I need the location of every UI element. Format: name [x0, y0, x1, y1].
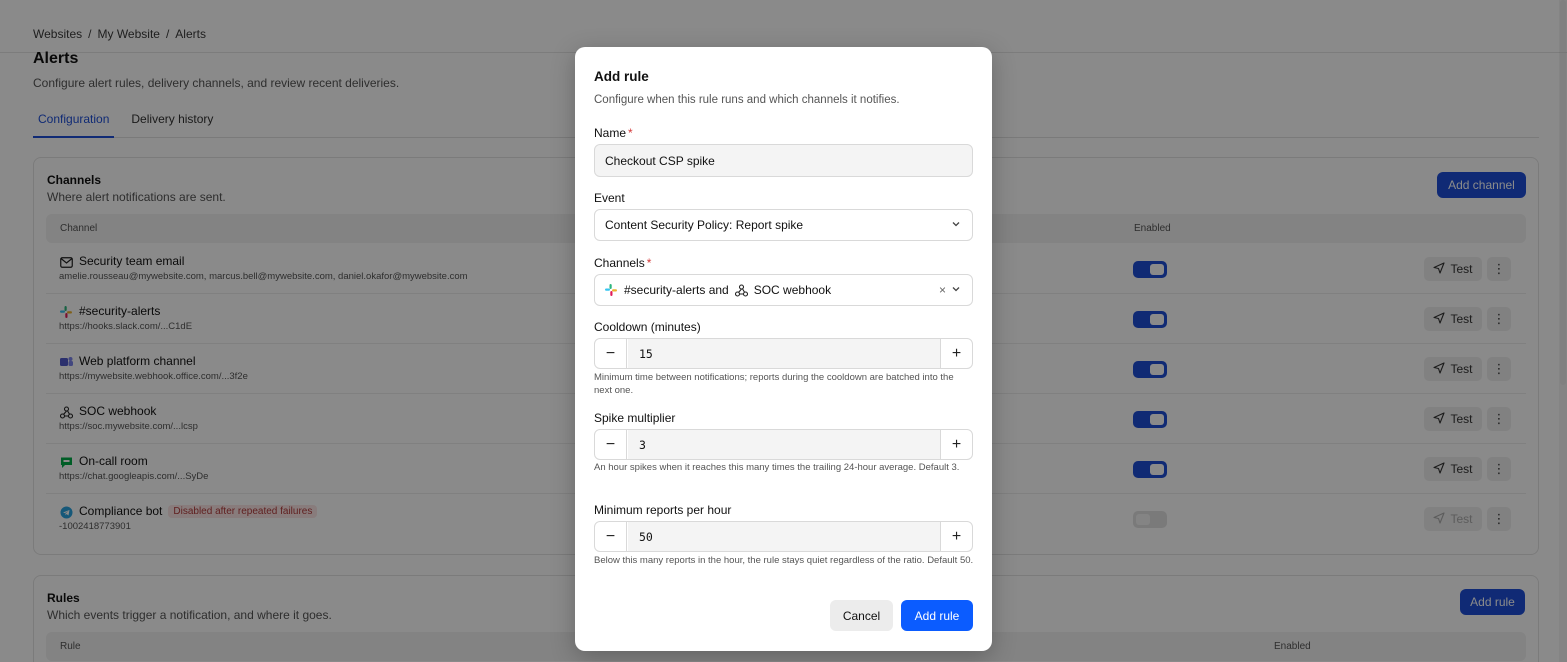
required-marker: * — [646, 256, 652, 270]
increment-button[interactable]: + — [940, 339, 972, 368]
channels-multiselect[interactable]: #security-alerts and SOC webhook × — [594, 274, 973, 306]
slack-icon — [605, 283, 618, 297]
decrement-button[interactable]: − — [595, 522, 627, 551]
selected-channel-slack: #security-alerts and — [624, 283, 729, 297]
required-marker: * — [628, 126, 633, 140]
chevron-down-icon[interactable] — [950, 283, 962, 295]
increment-button[interactable]: + — [940, 430, 972, 459]
cancel-button[interactable]: Cancel — [830, 600, 893, 631]
clear-icon[interactable]: × — [939, 283, 946, 297]
cooldown-input[interactable]: 15 — [628, 339, 940, 368]
spike-multiplier-label: Spike multiplier — [594, 411, 676, 425]
cooldown-help-text: Minimum time between notifications; repo… — [594, 372, 954, 396]
min-reports-help-text: Below this many reports in the hour, the… — [594, 555, 974, 566]
scrollbar-thumb[interactable] — [1560, 0, 1566, 385]
decrement-button[interactable]: − — [595, 430, 627, 459]
event-select[interactable]: Content Security Policy: Report spike — [594, 209, 973, 241]
decrement-button[interactable]: − — [595, 339, 627, 368]
page-scrollbar[interactable] — [1559, 0, 1567, 662]
selected-channel-webhook: SOC webhook — [753, 283, 832, 297]
name-label: Name * — [594, 126, 633, 140]
submit-add-rule-button[interactable]: Add rule — [901, 600, 973, 631]
name-label-text: Name — [594, 126, 627, 140]
dialog-subtitle: Configure when this rule runs and which … — [594, 94, 900, 106]
event-select-value: Content Security Policy: Report spike — [605, 218, 804, 232]
increment-button[interactable]: + — [940, 522, 972, 551]
min-reports-input[interactable]: 50 — [628, 522, 940, 551]
add-rule-dialog: Add rule Configure when this rule runs a… — [575, 47, 992, 651]
spike-multiplier-help-text: An hour spikes when it reaches this many… — [594, 462, 960, 473]
channels-label: Channels * — [594, 256, 651, 270]
min-reports-stepper: − 50 + — [594, 521, 973, 552]
channels-label-text: Channels — [594, 256, 645, 270]
dialog-title: Add rule — [594, 69, 649, 84]
spike-multiplier-input[interactable]: 3 — [628, 430, 940, 459]
min-reports-label: Minimum reports per hour — [594, 503, 732, 517]
spike-multiplier-stepper: − 3 + — [594, 429, 973, 460]
chevron-down-icon — [952, 222, 960, 227]
webhook-icon — [734, 283, 748, 297]
cooldown-stepper: − 15 + — [594, 338, 973, 369]
name-field[interactable]: Checkout CSP spike — [594, 144, 973, 177]
event-label: Event — [594, 191, 625, 205]
cooldown-label: Cooldown (minutes) — [594, 320, 701, 334]
